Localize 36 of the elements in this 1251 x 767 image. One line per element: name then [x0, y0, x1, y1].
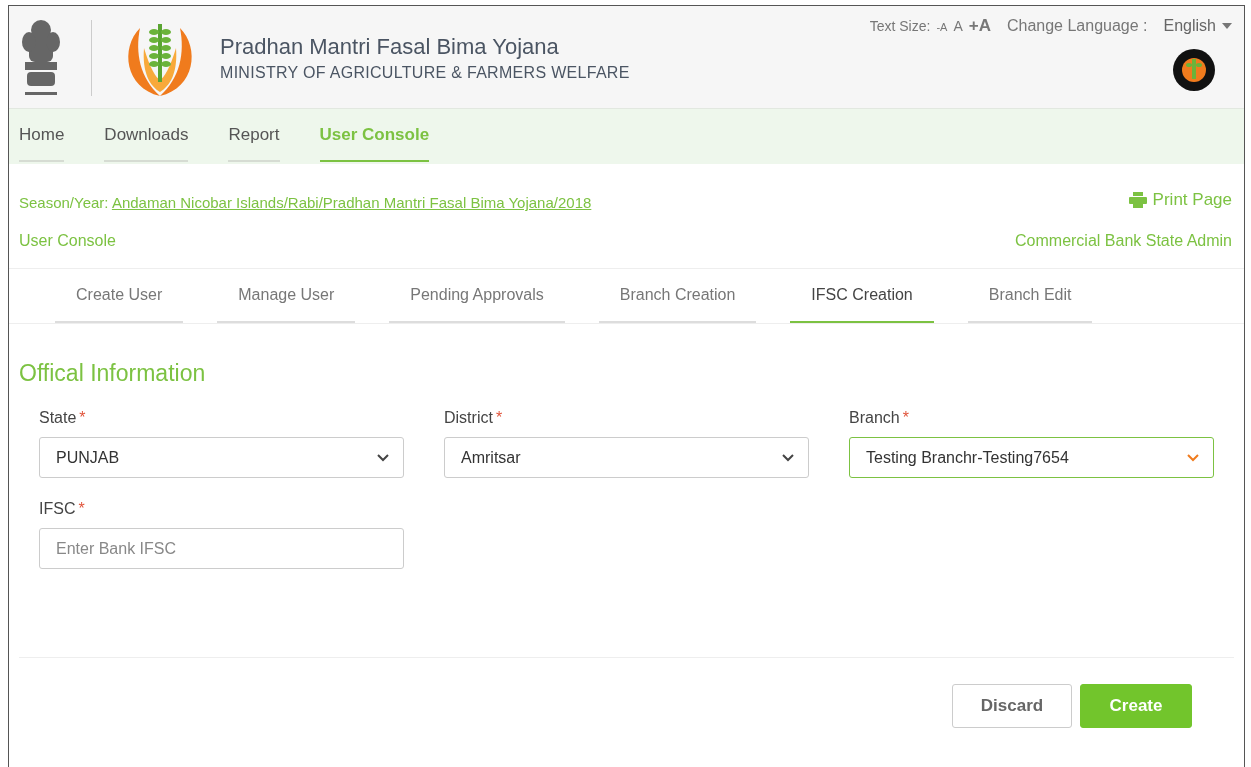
caret-down-icon — [1222, 23, 1232, 29]
nav-tab[interactable]: Home — [19, 109, 65, 162]
nav-tab[interactable]: Downloads — [104, 109, 189, 162]
select-field[interactable]: Amritsar — [444, 437, 809, 478]
language-dropdown[interactable]: English — [1163, 17, 1232, 35]
site-title: Pradhan Mantri Fasal Bima Yojana — [220, 34, 560, 60]
nav-tab[interactable]: Report — [228, 109, 280, 162]
text-size-option[interactable]: -A — [936, 21, 948, 33]
language-label: Change Language : — [1006, 17, 1148, 35]
field-label: State * — [39, 409, 87, 427]
role-text: Commercial Bank State Admin — [1015, 232, 1232, 250]
text-size-option[interactable]: A — [953, 18, 963, 34]
console-tab[interactable]: Branch Edit — [967, 269, 1093, 323]
ministry-subtitle: MINISTRY OF AGRICULTURE & FARMERS WELFARE — [220, 64, 630, 82]
text-size-option[interactable]: +A — [968, 16, 991, 36]
console-tab[interactable]: Branch Creation — [598, 269, 757, 323]
field-label: IFSC * — [39, 500, 86, 518]
form-title: Offical Information — [19, 360, 207, 387]
select-field[interactable]: Testing Branchr-Testing7654 — [849, 437, 1214, 478]
chevron-down-icon — [1187, 453, 1199, 462]
console-tab[interactable]: Manage User — [217, 269, 356, 323]
text-size-label: Text Size: — [869, 18, 931, 34]
console-tab[interactable]: Pending Approvals — [389, 269, 565, 323]
chevron-down-icon — [782, 453, 794, 462]
console-tab[interactable]: IFSC Creation — [790, 269, 934, 323]
chevron-down-icon — [377, 453, 389, 462]
field-label: Branch * — [849, 409, 910, 427]
section-title: User Console — [19, 232, 116, 250]
field-label: District * — [444, 409, 504, 427]
season-year-text: Season/Year: Andaman Nicobar Islands/Rabi/Pradhan Mantri Fasal Bima Yojana/2018 — [19, 193, 592, 213]
discard-button[interactable]: Discard — [952, 684, 1072, 728]
printer-icon — [1128, 192, 1147, 208]
select-field[interactable]: PUNJAB — [39, 437, 404, 478]
console-tab[interactable]: Create User — [55, 269, 184, 323]
input-field[interactable]: Enter Bank IFSC — [39, 528, 404, 569]
logo-badge-icon — [1172, 48, 1216, 92]
